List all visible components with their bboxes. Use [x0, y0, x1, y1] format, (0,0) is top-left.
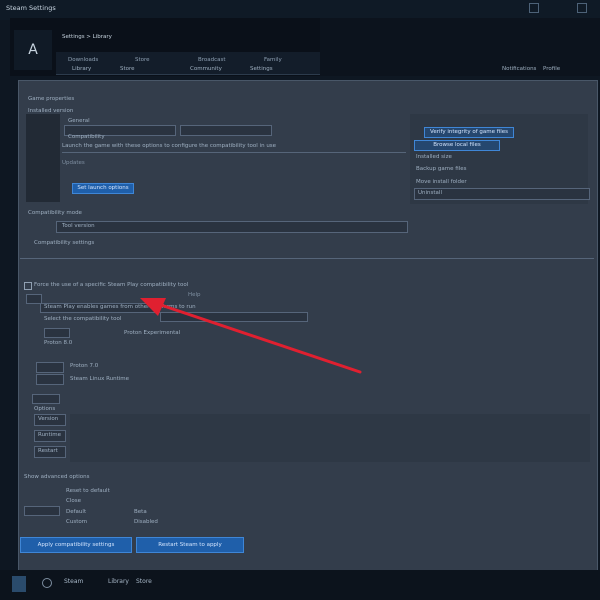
- arrow-shaft: [150, 300, 362, 374]
- taskbar-item-2[interactable]: Store: [136, 578, 152, 585]
- annotation-arrow: [140, 298, 362, 374]
- taskbar-item-1[interactable]: Library: [108, 578, 129, 585]
- taskbar: [0, 570, 600, 600]
- start-icon[interactable]: [12, 576, 26, 592]
- taskbar-item-0[interactable]: Steam: [64, 578, 83, 585]
- search-icon[interactable]: [42, 578, 52, 588]
- arrow-head-icon: [140, 298, 166, 316]
